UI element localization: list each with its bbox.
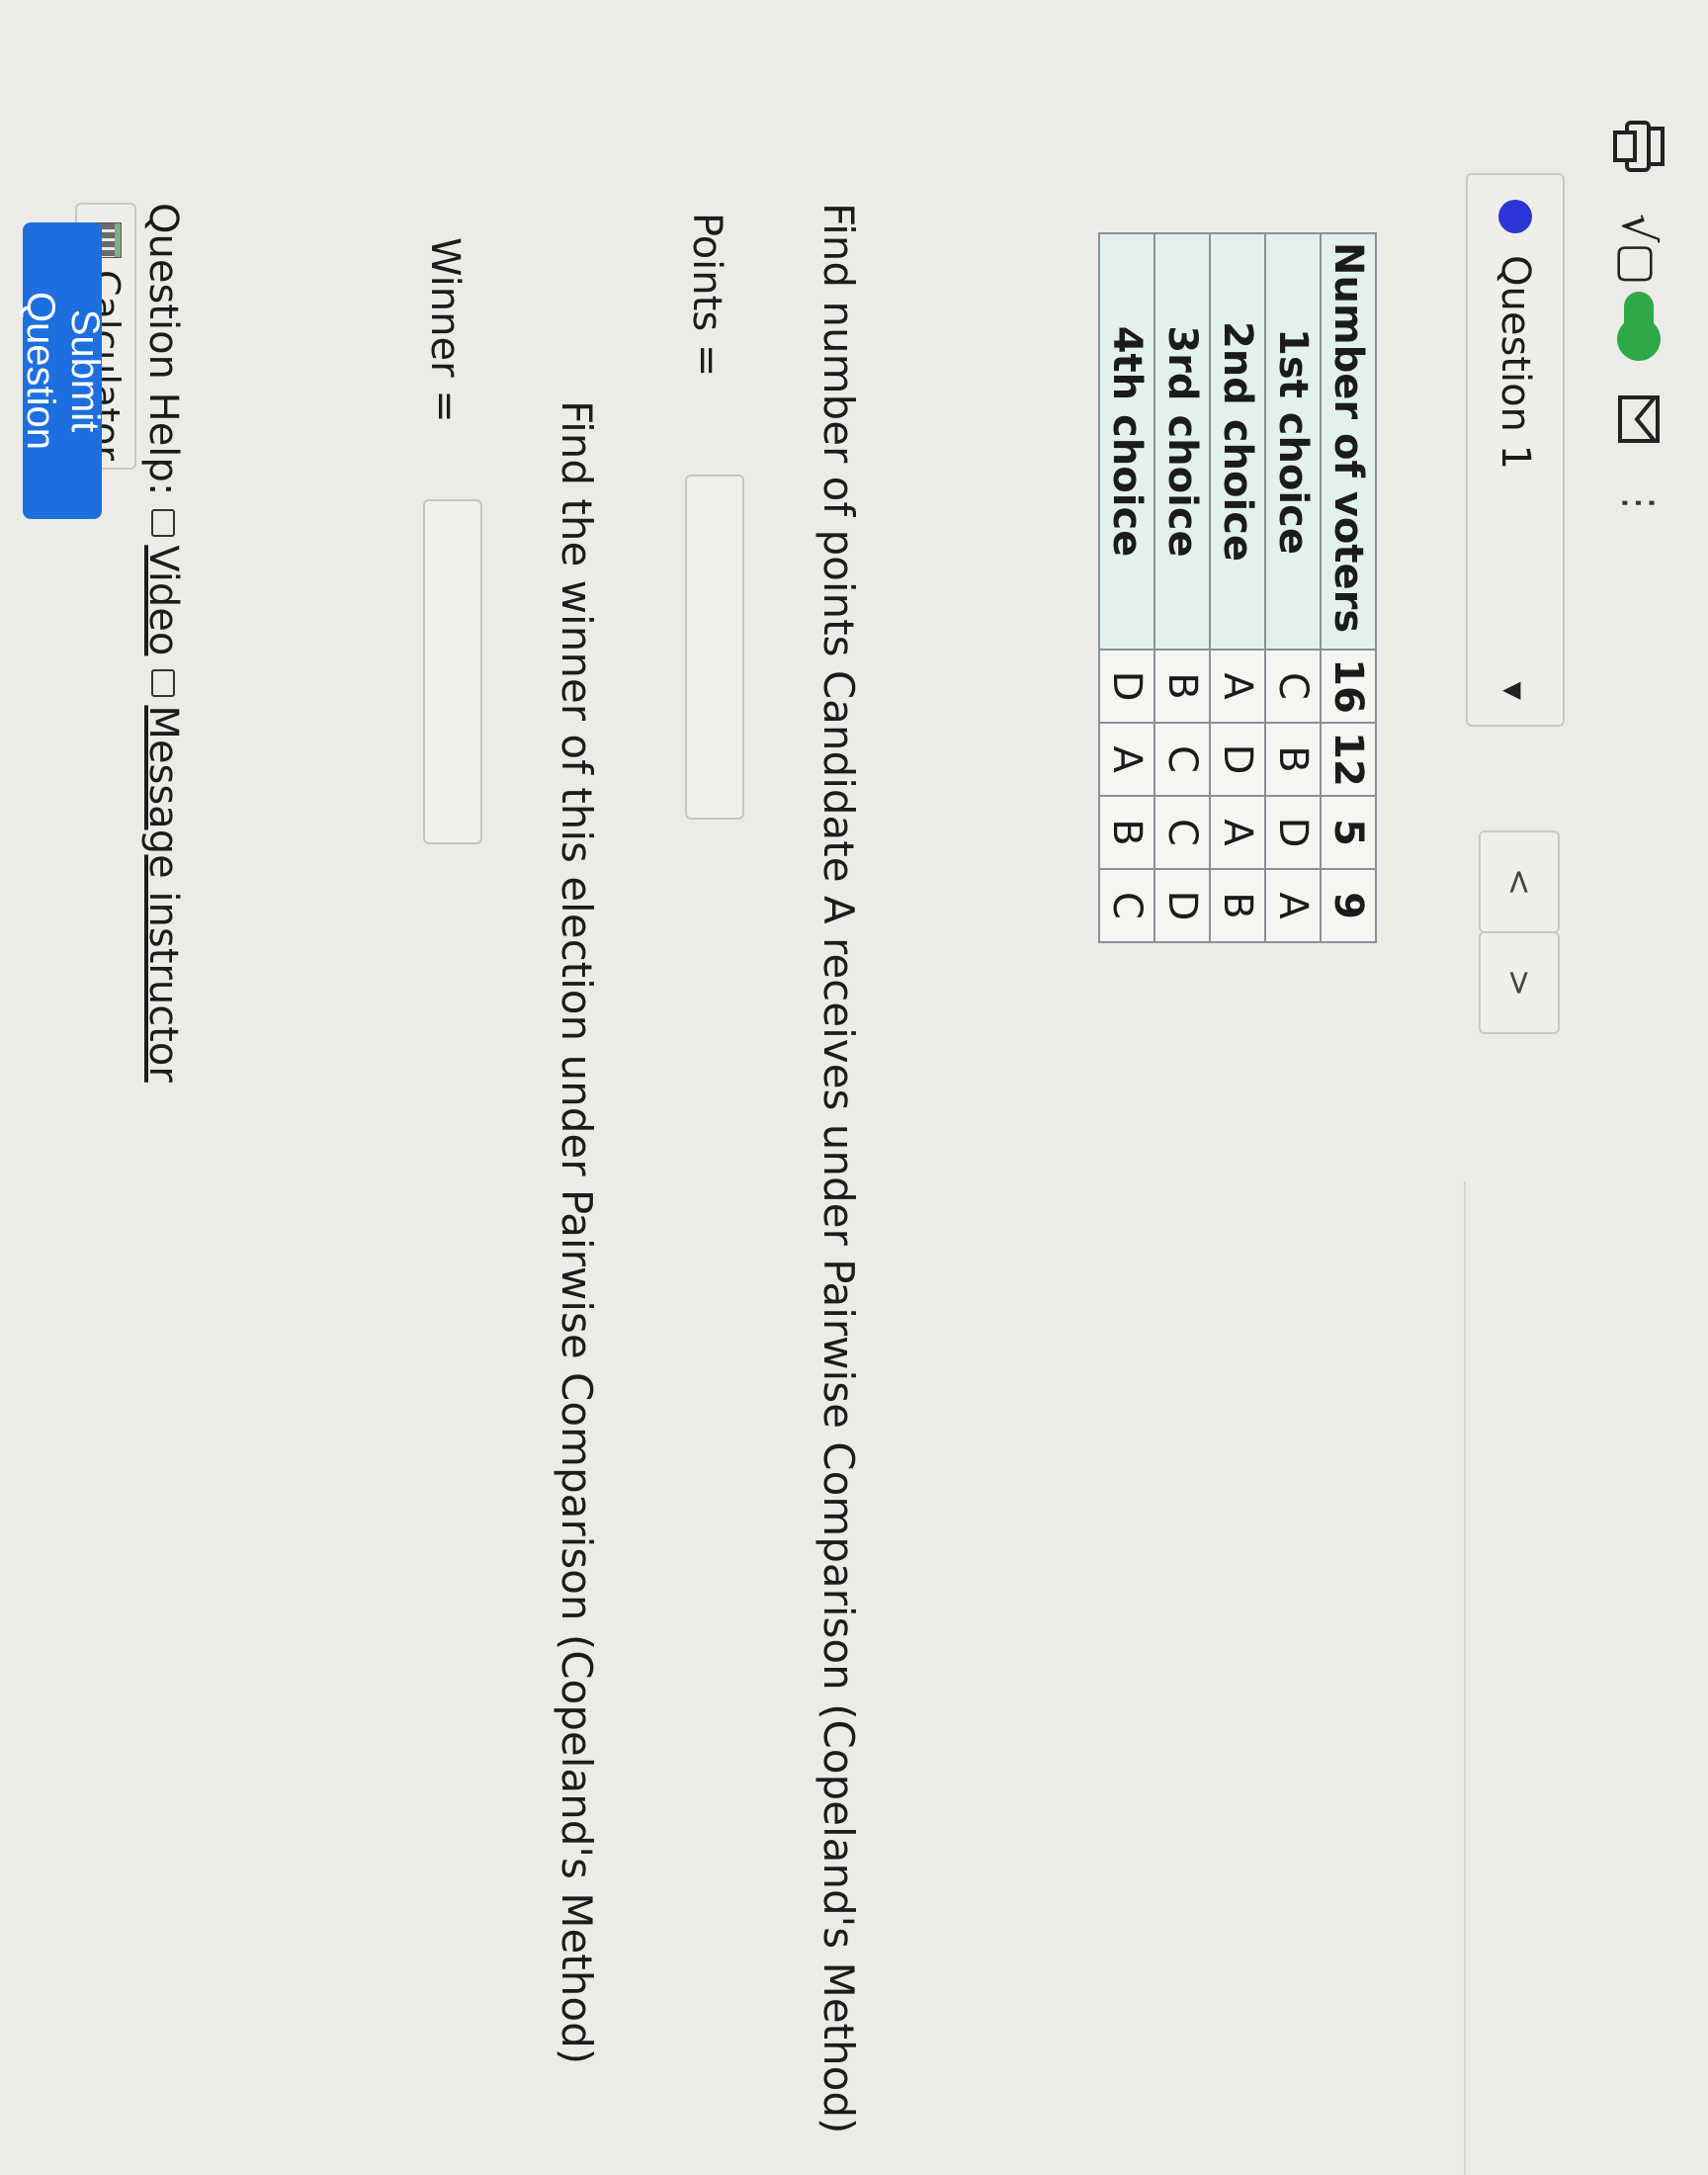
previous-question-button[interactable]: <	[1479, 830, 1560, 933]
table-row: 2nd choice A D A B	[1210, 233, 1265, 942]
row-label: 2nd choice	[1210, 233, 1265, 650]
voter-count-cell: 12	[1321, 723, 1376, 796]
table-cell: B	[1210, 869, 1265, 942]
question-help-label: Question Help:	[140, 203, 186, 496]
table-cell: D	[1154, 869, 1210, 942]
table-header-label: Number of voters	[1321, 233, 1376, 650]
video-link[interactable]: Video	[140, 509, 186, 655]
toggle-icon	[1624, 291, 1654, 355]
table-row: 4th choice D A B C	[1099, 233, 1154, 942]
envelope-icon	[151, 669, 175, 698]
table-cell: A	[1210, 650, 1265, 723]
row-label: 1st choice	[1265, 233, 1321, 650]
table-cell: D	[1210, 723, 1265, 796]
sqrt-icon: √▢	[1612, 214, 1665, 286]
table-cell: A	[1099, 723, 1154, 796]
table-cell: C	[1265, 650, 1321, 723]
voter-count-cell: 16	[1321, 650, 1376, 723]
more-options-icon[interactable]: ⋮	[1616, 483, 1662, 525]
table-cell: D	[1099, 650, 1154, 723]
message-instructor-label: Message instructor	[140, 705, 186, 1083]
play-icon	[151, 509, 175, 538]
question-selector-label: Question 1	[1493, 255, 1538, 471]
points-question: Find number of points Candidate A receiv…	[814, 203, 863, 2134]
voter-count-cell: 5	[1321, 796, 1376, 869]
points-input[interactable]	[685, 475, 744, 820]
points-label: Points =	[684, 213, 729, 378]
voter-count-cell: 9	[1321, 869, 1376, 942]
preference-table: Number of voters 16 12 5 9 1st choice C …	[1098, 232, 1377, 943]
question-help: Question Help: Video Message instructor	[140, 203, 186, 1083]
row-label: 4th choice	[1099, 233, 1154, 650]
row-label: 3rd choice	[1154, 233, 1210, 650]
table-row: 1st choice C B D A	[1265, 233, 1321, 942]
video-link-label: Video	[140, 545, 186, 656]
table-cell: B	[1099, 796, 1154, 869]
envelope-icon[interactable]	[1617, 394, 1661, 444]
message-instructor-link[interactable]: Message instructor	[140, 669, 186, 1083]
math-toggle[interactable]: √▢	[1612, 214, 1665, 355]
page: √▢ ⋮ Question 1 ▼ < > Number of voters 1…	[0, 0, 1708, 2175]
table-cell: D	[1265, 796, 1321, 869]
winner-question: Find the winner of this election under P…	[553, 400, 601, 2065]
table-header-row: Number of voters 16 12 5 9	[1321, 233, 1376, 942]
submit-question-button[interactable]: Submit Question	[19, 222, 107, 519]
printer-icon[interactable]	[1611, 119, 1666, 174]
caret-down-icon: ▼	[1499, 681, 1527, 700]
header-divider	[1464, 1181, 1466, 2175]
table-cell: A	[1265, 869, 1321, 942]
table-cell: C	[1154, 796, 1210, 869]
next-question-button[interactable]: >	[1479, 931, 1560, 1034]
question-selector[interactable]: Question 1 ▼	[1466, 173, 1565, 727]
table-cell: B	[1154, 650, 1210, 723]
winner-input[interactable]	[423, 499, 482, 844]
table-cell: A	[1210, 796, 1265, 869]
table-row: 3rd choice B C C D	[1154, 233, 1210, 942]
winner-label: Winner =	[422, 237, 468, 423]
toolbar: √▢ ⋮	[1604, 119, 1673, 525]
table-cell: C	[1154, 723, 1210, 796]
question-status-dot	[1498, 200, 1532, 233]
table-cell: B	[1265, 723, 1321, 796]
table-cell: C	[1099, 869, 1154, 942]
